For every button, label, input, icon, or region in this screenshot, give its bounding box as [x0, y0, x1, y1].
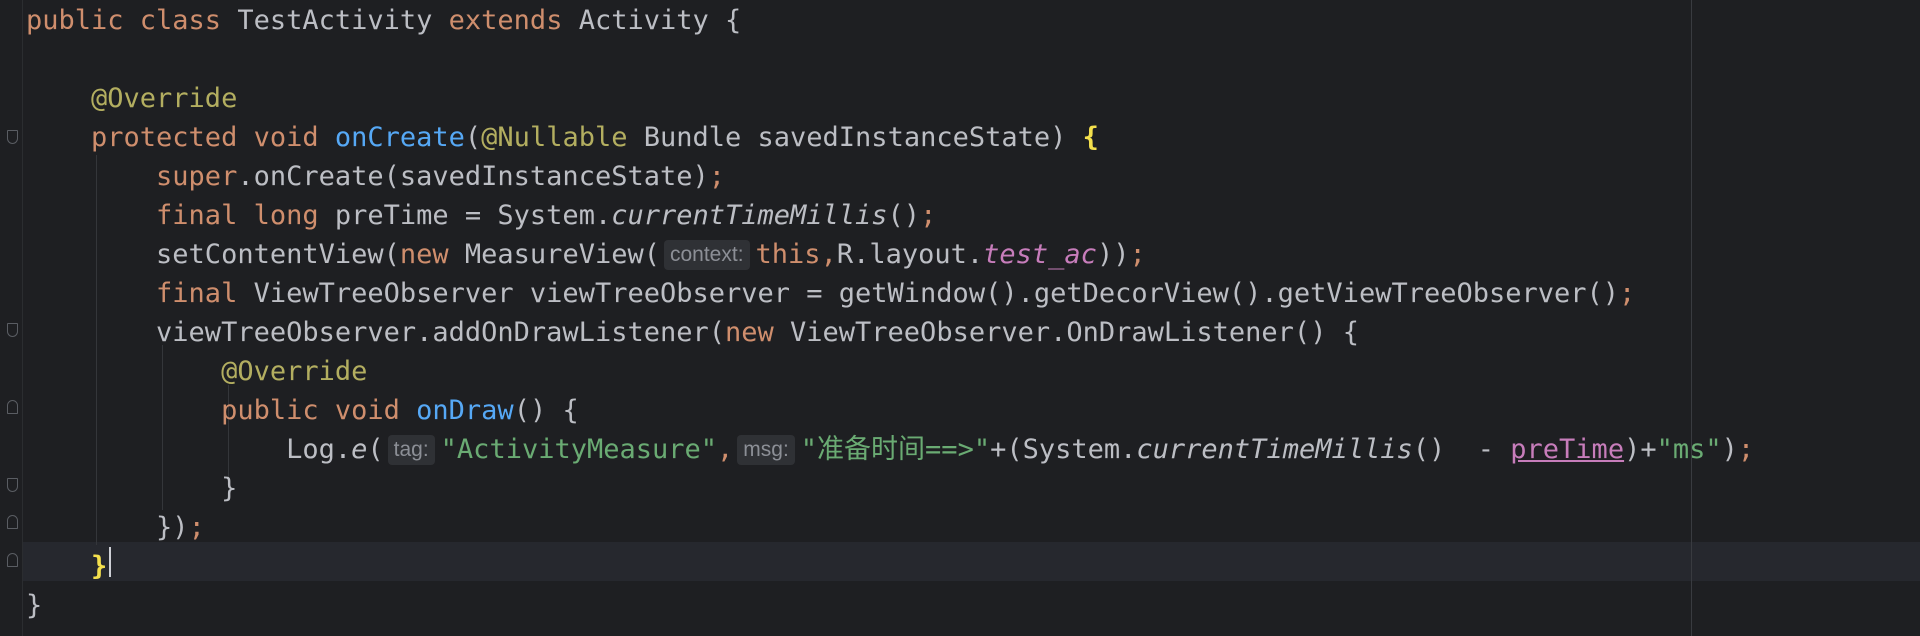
code-token: @Nullable: [481, 122, 644, 153]
text-caret: [109, 547, 111, 577]
code-token: protected void: [26, 122, 335, 153]
code-token: ;: [188, 512, 205, 543]
code-line[interactable]: protected void onCreate(@Nullable Bundle…: [26, 118, 1099, 157]
code-token: () {: [513, 395, 579, 426]
code-token: MeasureView(: [464, 239, 660, 270]
code-token: ,: [820, 239, 837, 270]
code-token: ): [1721, 434, 1738, 465]
code-line[interactable]: public void onDraw() {: [26, 391, 579, 430]
code-token: @Override: [26, 356, 368, 387]
code-token: R.layout.: [836, 239, 984, 270]
code-editor[interactable]: public class TestActivity extends Activi…: [0, 0, 1920, 636]
code-token: )+: [1624, 434, 1657, 465]
code-token: viewTreeObserver.addOnDrawListener(: [26, 317, 725, 348]
code-line[interactable]: Log.e(tag: "ActivityMeasure", msg: "准备时间==>…: [26, 430, 1754, 469]
fold-open-icon[interactable]: [7, 323, 18, 337]
code-token: currentTimeMillis: [611, 200, 888, 231]
code-token: TestActivity: [237, 5, 449, 36]
parameter-hint: msg:: [737, 435, 795, 465]
code-line[interactable]: viewTreeObserver.addOnDrawListener(new V…: [26, 313, 1359, 352]
code-token: Bundle savedInstanceState): [643, 122, 1083, 153]
code-token: onDraw: [416, 395, 514, 426]
code-token: ;: [708, 161, 725, 192]
code-line[interactable]: });: [26, 508, 205, 547]
code-token: new: [399, 239, 465, 270]
code-token: }: [91, 551, 108, 582]
parameter-hint: tag:: [387, 435, 435, 465]
code-token: )): [1096, 239, 1130, 270]
code-token: +(System.: [990, 434, 1137, 465]
code-line[interactable]: setContentView(new MeasureView(context: t…: [26, 235, 1146, 274]
code-token: preTime = System.: [334, 200, 612, 231]
code-line[interactable]: }: [26, 469, 237, 508]
code-token: e: [351, 434, 368, 465]
code-line[interactable]: }: [26, 586, 42, 625]
code-token: extends: [448, 5, 579, 36]
current-line-highlight: [23, 542, 1920, 581]
parameter-hint: context:: [663, 240, 750, 270]
code-token: ,: [717, 434, 734, 465]
code-token: this: [755, 239, 821, 270]
code-token: preTime: [1510, 434, 1625, 465]
code-token: }): [26, 512, 189, 543]
code-token: () -: [1412, 434, 1511, 465]
code-token: (): [887, 200, 921, 231]
code-token: Log.: [26, 434, 352, 465]
code-token: final long: [26, 200, 335, 231]
code-token: .onCreate(savedInstanceState): [237, 161, 709, 192]
code-token: ;: [1737, 434, 1755, 465]
code-token: "ms": [1656, 434, 1722, 465]
code-token: final: [26, 278, 254, 309]
code-line[interactable]: public class TestActivity extends Activi…: [26, 1, 741, 40]
code-line[interactable]: final long preTime = System.currentTimeM…: [26, 196, 936, 235]
fold-close-icon[interactable]: [7, 553, 18, 567]
code-token: }: [26, 473, 238, 504]
code-token: @Override: [26, 83, 238, 114]
fold-open-icon[interactable]: [7, 478, 18, 492]
code-token: ViewTreeObserver viewTreeObserver = getW…: [253, 278, 1620, 309]
code-token: currentTimeMillis: [1136, 434, 1413, 465]
code-token: super: [26, 161, 238, 192]
code-token: ;: [1129, 239, 1146, 270]
code-token: ;: [920, 200, 937, 231]
code-line[interactable]: }: [26, 547, 107, 586]
code-token: onCreate: [334, 122, 465, 153]
code-line[interactable]: final ViewTreeObserver viewTreeObserver …: [26, 274, 1635, 313]
code-token: new: [724, 317, 791, 348]
code-token: (: [367, 434, 384, 465]
editor-gutter: [0, 0, 23, 636]
right-margin-guide: [1691, 0, 1692, 636]
code-line[interactable]: @Override: [26, 352, 367, 391]
code-token: ViewTreeObserver.OnDrawListener() {: [790, 317, 1359, 348]
code-token: ;: [1619, 278, 1636, 309]
code-token: public void: [26, 395, 417, 426]
code-token: }: [26, 590, 43, 621]
code-line[interactable]: super.onCreate(savedInstanceState);: [26, 157, 725, 196]
fold-close-icon[interactable]: [7, 400, 18, 414]
code-token: "ActivityMeasure": [440, 434, 718, 465]
code-token: setContentView(: [26, 239, 400, 270]
code-token: (: [464, 122, 482, 153]
fold-close-icon[interactable]: [7, 515, 18, 529]
code-token: test_ac: [983, 239, 1097, 270]
fold-open-icon[interactable]: [7, 130, 18, 144]
code-token: Activity {: [578, 5, 742, 36]
code-token: public class: [26, 5, 238, 36]
code-token: {: [1082, 122, 1099, 153]
code-token: "准备时间==>": [800, 434, 991, 465]
code-line[interactable]: @Override: [26, 79, 237, 118]
